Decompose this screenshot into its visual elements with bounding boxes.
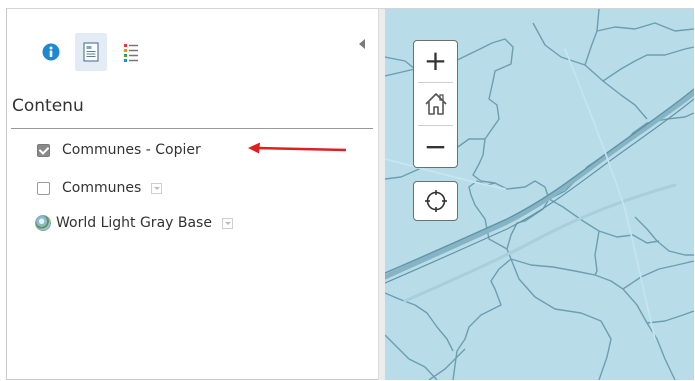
zoom-control: + − <box>413 40 458 168</box>
layer-item-communes: Communes <box>37 177 163 199</box>
home-button[interactable] <box>414 84 457 124</box>
layer-item-basemap: World Light Gray Base <box>35 212 233 234</box>
panel-splitter[interactable] <box>378 9 385 380</box>
title-divider <box>11 128 373 129</box>
collapse-panel-icon[interactable] <box>359 39 365 49</box>
zoom-in-button[interactable]: + <box>414 41 457 81</box>
layers-content-icon <box>83 42 99 62</box>
annotation-arrow <box>248 142 347 154</box>
tab-details[interactable] <box>35 33 67 71</box>
layer-label[interactable]: Communes <box>62 180 141 196</box>
layer-visibility-checkbox[interactable] <box>37 143 50 157</box>
layer-item-communes-copier: Communes - Copier <box>37 139 201 161</box>
content-panel: Contenu Communes - Copier Communes World… <box>7 9 378 379</box>
layer-menu-dropdown-icon[interactable] <box>221 217 233 229</box>
layer-visibility-checkbox[interactable] <box>37 181 50 195</box>
tab-legend[interactable] <box>115 33 147 71</box>
locate-icon <box>424 190 447 212</box>
basemap-globe-icon <box>35 215 51 231</box>
zoom-separator <box>418 82 453 83</box>
zoom-separator <box>418 125 453 126</box>
panel-title: Contenu <box>12 96 84 116</box>
zoom-out-label: − <box>423 130 448 163</box>
layer-label[interactable]: World Light Gray Base <box>56 215 212 231</box>
zoom-out-button[interactable]: − <box>414 127 457 167</box>
locate-button[interactable] <box>413 181 458 221</box>
layer-menu-dropdown-icon[interactable] <box>151 182 163 194</box>
tab-content[interactable] <box>75 33 107 71</box>
home-icon <box>424 93 447 115</box>
zoom-in-label: + <box>423 44 448 77</box>
legend-icon <box>124 44 138 62</box>
info-icon <box>42 43 60 61</box>
layer-label[interactable]: Communes - Copier <box>62 142 201 158</box>
